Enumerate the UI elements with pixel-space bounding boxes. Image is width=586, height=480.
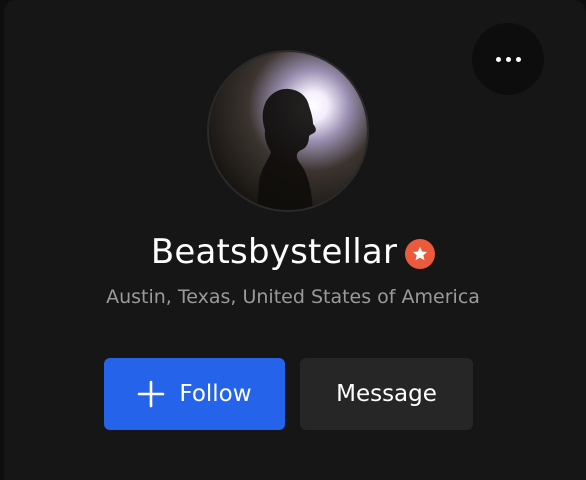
more-options-button[interactable] xyxy=(472,23,544,95)
avatar[interactable] xyxy=(209,52,367,210)
more-horizontal-icon-dot xyxy=(515,56,521,62)
message-button[interactable]: Message xyxy=(300,358,473,430)
star-badge-icon xyxy=(405,239,436,269)
profile-name-row: Beatsbystellar xyxy=(0,232,586,272)
silhouette-avatar-image xyxy=(209,52,367,210)
message-button-label: Message xyxy=(336,381,437,407)
more-horizontal-icon-dot xyxy=(505,56,511,62)
profile-name: Beatsbystellar xyxy=(150,232,398,272)
plus-icon xyxy=(138,380,165,408)
more-horizontal-icon xyxy=(495,56,501,62)
follow-button-label: Follow xyxy=(179,381,252,407)
follow-button[interactable]: Follow xyxy=(104,358,285,430)
profile-location: Austin, Texas, United States of America xyxy=(106,286,480,308)
